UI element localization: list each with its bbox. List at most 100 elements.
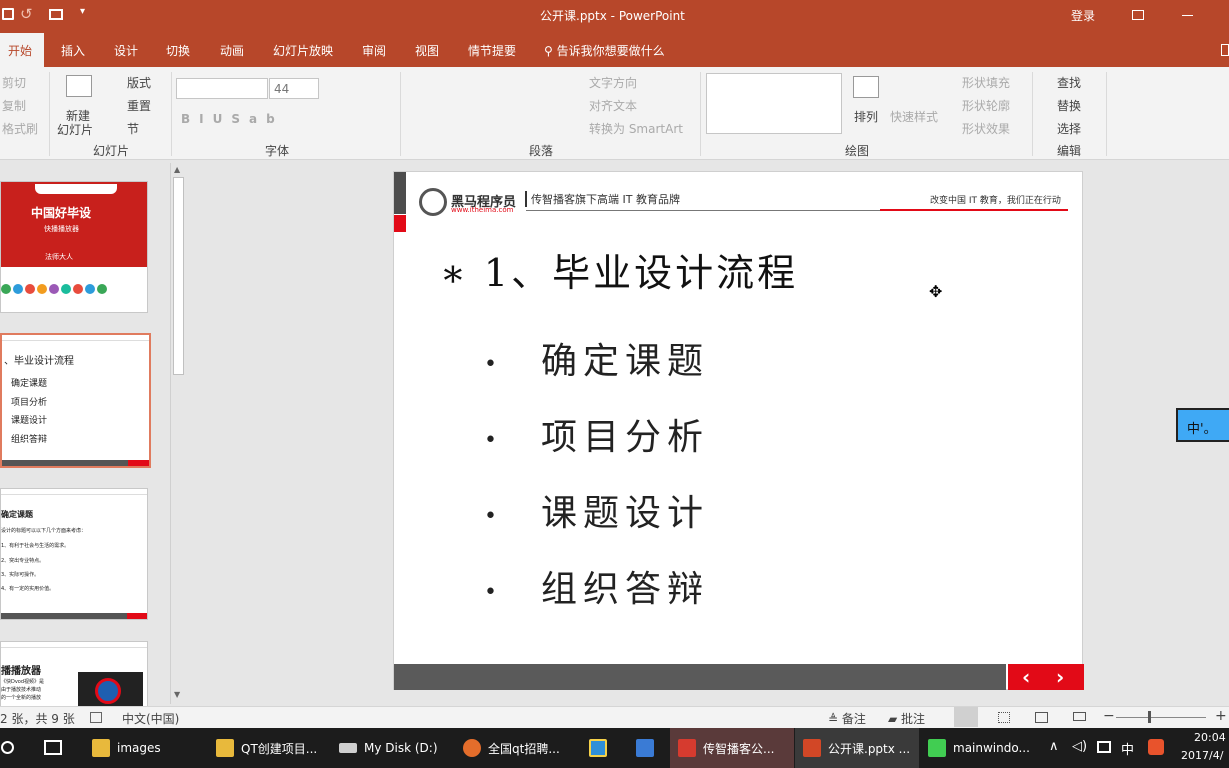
bullet-item: • 课题设计 [484, 493, 710, 534]
arrange-icon [853, 76, 879, 98]
ime-indicator[interactable]: 中 [1121, 739, 1134, 758]
taskbar-item[interactable]: 全国qt招聘... [463, 728, 581, 768]
slide-thumbnail-2[interactable]: 、毕业设计流程 确定课题 项目分析 课题设计 组织答辩 [0, 333, 151, 468]
ime-toolbar[interactable]: 中'。 [1176, 408, 1229, 442]
slide-canvas[interactable]: 黑马程序员 www.itheima.com 传智播客旗下高端 IT 教育品牌 改… [393, 171, 1084, 690]
normal-view-icon[interactable] [954, 707, 978, 727]
collapse-ribbon-icon[interactable] [1221, 44, 1229, 56]
qt-icon [928, 739, 946, 757]
shape-effects-button[interactable]: 形状效果 [962, 120, 1010, 137]
slide-title[interactable]: ∗ 1、毕业设计流程 [440, 242, 798, 297]
clock-date[interactable]: 2017/4/ [1181, 749, 1223, 762]
shape-fill-button[interactable]: 形状填充 [962, 74, 1010, 91]
shape-outline-button[interactable]: 形状轮廓 [962, 97, 1010, 114]
slide-thumbnail-3[interactable]: 确定课题 设计的标题可以以下几个方面来考虑： 1、有利于社会与生活的需求。 2、… [0, 488, 148, 620]
undo-icon[interactable]: ↺ [20, 5, 33, 23]
zoom-out-button[interactable]: − [1103, 708, 1115, 724]
copy-button[interactable]: 复制 [2, 97, 26, 114]
taskbar-item[interactable]: 传智播客公... [670, 728, 794, 768]
task-view-icon[interactable] [44, 740, 62, 755]
font-name-box[interactable] [176, 78, 268, 99]
slide-thumbnail-4[interactable]: 播播放器 《快Dvod视频》是 由于播放技术推动 的一个全新的播放 [0, 641, 148, 707]
reading-view-icon[interactable] [1035, 712, 1048, 723]
tab-insert[interactable]: 插入 [61, 42, 85, 59]
arrange-button[interactable]: 排列 [854, 108, 878, 125]
text-direction-button[interactable]: 文字方向 [589, 74, 637, 91]
live-app-icon [678, 739, 696, 757]
notes-button[interactable]: ≜ 备注 [828, 710, 866, 727]
language-indicator[interactable]: 中文(中国) [122, 710, 179, 727]
minimize-button[interactable] [1182, 15, 1193, 16]
status-bar: 2 张，共 9 张 中文(中国) ≜ 备注 ▰ 批注 − + [0, 706, 1229, 728]
network-icon[interactable] [1097, 741, 1111, 753]
signin-link[interactable]: 登录 [1071, 7, 1095, 24]
comments-button[interactable]: ▰ 批注 [888, 710, 925, 727]
tab-design[interactable]: 设计 [114, 42, 138, 59]
slideshow-view-icon[interactable] [1073, 712, 1086, 721]
slideshow-icon[interactable] [49, 9, 63, 20]
save-icon[interactable] [2, 8, 14, 20]
align-text-button[interactable]: 对齐文本 [589, 97, 637, 114]
customize-qat-icon[interactable]: ▾ [80, 6, 85, 17]
zoom-slider[interactable] [1116, 717, 1206, 718]
replace-button[interactable]: 替换 [1057, 97, 1081, 114]
slide-thumbnail-1[interactable]: 中国好毕设 快播播放器 法师大人 [0, 181, 148, 313]
format-painter-button[interactable]: 格式刷 [2, 120, 38, 137]
taskbar-item[interactable] [589, 728, 623, 768]
taskbar-item[interactable] [636, 728, 670, 768]
taskbar-item[interactable]: My Disk (D:) [339, 728, 457, 768]
header-slogan: 改变中国 IT 教育，我们正在行动 [930, 196, 1061, 206]
tab-slideshow[interactable]: 幻灯片放映 [273, 42, 333, 59]
layout-button[interactable]: 版式 [127, 74, 151, 91]
video-thumbnail [78, 672, 143, 706]
reset-button[interactable]: 重置 [127, 97, 151, 114]
group-paragraph-label: 段落 [529, 144, 554, 158]
shapes-gallery[interactable] [706, 73, 842, 134]
clock-time[interactable]: 20:04 [1194, 731, 1226, 744]
quick-styles-button[interactable]: 快速样式 [890, 108, 938, 125]
tab-transitions[interactable]: 切换 [166, 42, 190, 59]
taskbar-item[interactable]: mainwindo... [928, 728, 1034, 768]
convert-smartart-button[interactable]: 转换为 SmartArt [589, 120, 683, 137]
slide-sorter-icon[interactable] [998, 712, 1010, 723]
chevron-right-icon[interactable]: › [1056, 665, 1064, 689]
select-button[interactable]: 选择 [1057, 120, 1081, 137]
spellcheck-icon[interactable] [90, 712, 102, 723]
app-icon [589, 739, 607, 757]
volume-icon[interactable]: ◁) [1072, 739, 1087, 754]
header-underline-red [880, 209, 1068, 211]
font-format-buttons[interactable]: BIUSab [181, 112, 284, 126]
sogou-icon[interactable] [1148, 739, 1164, 755]
taskbar: images QT创建项目... My Disk (D:) 全国qt招聘... … [0, 728, 1229, 768]
taskbar-item[interactable]: images [92, 728, 208, 768]
ribbon-display-options-icon[interactable] [1132, 10, 1144, 20]
title-bar: ↺ ▾ 公开课.pptx - PowerPoint 登录 [0, 0, 1229, 33]
chevron-left-icon[interactable]: ‹ [1022, 665, 1030, 689]
firefox-icon [463, 739, 481, 757]
section-button[interactable]: 节 [127, 120, 139, 137]
font-size-box[interactable]: 44 [269, 78, 319, 99]
tab-view[interactable]: 视图 [415, 42, 439, 59]
tab-home[interactable]: 开始 [0, 33, 44, 67]
tab-storyboard[interactable]: 情节提要 [468, 42, 516, 59]
tab-review[interactable]: 审阅 [362, 42, 386, 59]
taskbar-item[interactable]: 公开课.pptx ... [795, 728, 919, 768]
find-button[interactable]: 查找 [1057, 74, 1081, 91]
header-underline-gray [526, 210, 880, 211]
chevron-up-icon[interactable]: ∧ [1049, 739, 1059, 754]
zoom-in-button[interactable]: + [1215, 708, 1227, 724]
lightbulb-icon: ⚲ [544, 44, 553, 58]
tab-animations[interactable]: 动画 [220, 42, 244, 59]
new-slide-dropdown[interactable]: 幻灯片 [57, 121, 93, 138]
thumbnail-scrollbar[interactable]: ▲ ▼ [170, 163, 185, 704]
drive-icon [339, 743, 357, 753]
start-icon[interactable] [1, 741, 14, 754]
slide-counter: 2 张，共 9 张 [0, 712, 75, 726]
document-title: 公开课.pptx - PowerPoint [540, 9, 685, 23]
zoom-thumb[interactable] [1148, 711, 1151, 723]
tell-me-box[interactable]: ⚲ 告诉我你想要做什么 [544, 42, 665, 59]
taskbar-item[interactable]: QT创建项目... [216, 728, 332, 768]
bullet-item: • 项目分析 [484, 417, 710, 458]
cut-button[interactable]: 剪切 [2, 74, 26, 91]
group-slides-label: 幻灯片 [93, 144, 130, 158]
